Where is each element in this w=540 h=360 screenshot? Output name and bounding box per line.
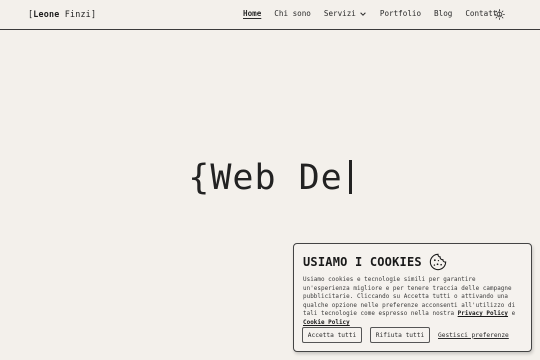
cookie-banner-header: USIAMO I COOKIES [303,253,522,271]
hero-text: Web De [210,158,343,198]
cookie-banner-actions: Accetta tutti Rifiuta tutti Gestisci pre… [302,327,509,343]
cookie-policy-link[interactable]: Cookie Policy [303,320,350,326]
cookie-banner-text: Usiamo cookies e tecnologie simili per g… [303,276,522,328]
site-header: [Leone Finzi] Home Chi sono Servizi Port… [0,0,540,30]
logo-last-name: Finzi [64,9,91,19]
reject-all-button[interactable]: Rifiuta tutti [370,327,430,343]
cookie-icon [429,253,446,271]
main-nav: Home Chi sono Servizi Portfolio Blog Con… [243,9,515,18]
logo-bracket-close: ] [90,9,97,19]
site-logo[interactable]: [Leone Finzi] [28,9,96,19]
nav-item-portfolio[interactable]: Portfolio [380,9,421,18]
nav-item-servizi-label: Servizi [323,9,356,18]
manage-preferences-link[interactable]: Gestisci preferenze [438,332,509,339]
accept-all-button[interactable]: Accetta tutti [302,327,362,343]
nav-item-servizi[interactable]: Servizi [324,9,367,18]
page: [Leone Finzi] Home Chi sono Servizi Port… [0,0,540,360]
nav-item-blog[interactable]: Blog [434,9,452,18]
logo-first-name: Leone [33,9,60,19]
cookie-banner: USIAMO I COOKIES Usiamo cookies e tecnol… [293,243,532,352]
cookie-banner-title: USIAMO I COOKIES [303,255,422,269]
hero-typing-headline: {Web De [0,158,540,198]
cookie-text-and: e [508,311,516,318]
sun-icon[interactable] [494,9,505,20]
chevron-down-icon [360,11,366,16]
hero-brace: { [188,158,211,198]
nav-item-chi-sono[interactable]: Chi sono [274,9,311,18]
nav-item-home[interactable]: Home [243,9,261,18]
typing-cursor [348,160,352,194]
privacy-policy-link[interactable]: Privacy Policy [458,311,508,317]
